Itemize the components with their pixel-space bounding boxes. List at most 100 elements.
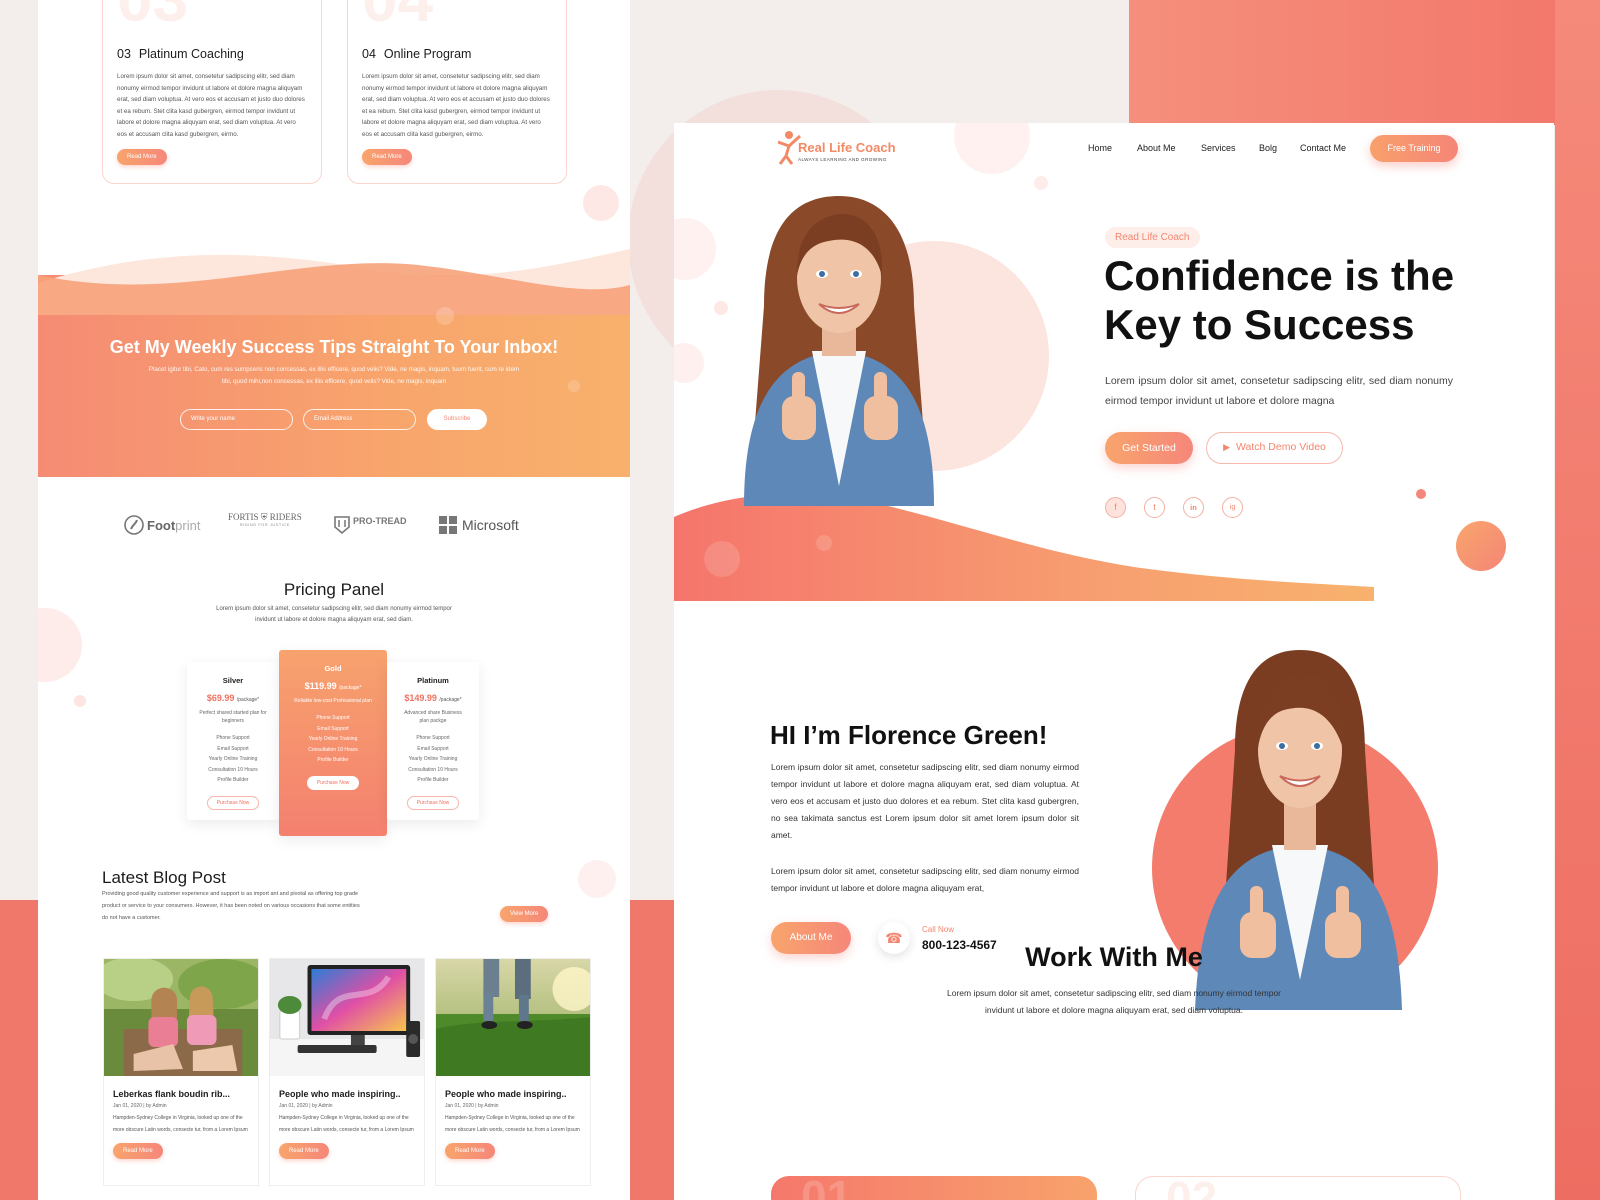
plan-feature: Yearly Online Training [208, 756, 258, 762]
logo-pro-tread: PRO-TREAD [333, 512, 407, 538]
logo-footprint: Foot print [124, 512, 200, 538]
subscribe-button[interactable]: Subscribe [427, 409, 487, 430]
plan-price: $119.99 /package* [279, 681, 387, 691]
brand-name[interactable]: Real Life Coach [798, 140, 896, 155]
email-input[interactable]: Email Address [303, 409, 416, 430]
plan-price-value: $69.99 [206, 693, 235, 703]
logo-fortis-text: FORTIS [228, 512, 259, 522]
program-number: 03 [117, 47, 131, 61]
plan-feature: Email Support [217, 745, 249, 752]
nav-services[interactable]: Services [1201, 143, 1236, 153]
read-more-button[interactable]: Read More [445, 1143, 495, 1159]
footprint-logo-icon [124, 515, 144, 535]
hero-description: Lorem ipsum dolor sit amet, consetetur s… [1105, 375, 1453, 407]
name-input[interactable]: Write your name [180, 409, 293, 430]
purchase-button[interactable]: Purchase Now [306, 775, 360, 790]
plan-price: $149.99 /package* [387, 693, 479, 703]
plan-feature: Phone Support [416, 735, 450, 741]
nav-contact[interactable]: Contact Me [1300, 143, 1346, 153]
nav-about[interactable]: About Me [1137, 143, 1176, 153]
background-coral-strip [0, 900, 40, 1200]
plan-feature: Phone Support [216, 735, 250, 741]
decor-circle [38, 608, 82, 682]
background-coral-strip [1555, 0, 1600, 1200]
background-coral-block [1129, 0, 1600, 125]
plan-feature: Profile Builder [217, 777, 249, 783]
purchase-button[interactable]: Purchase Now [406, 795, 460, 810]
linkedin-icon[interactable]: in [1183, 497, 1204, 518]
plan-feature: Consultation 10 Hours [408, 766, 458, 773]
facebook-icon[interactable]: f [1105, 497, 1126, 518]
plan-feature: Yearly Online Training [408, 756, 458, 762]
blog-title: Latest Blog Post [102, 868, 226, 887]
blog-card[interactable]: Leberkas flank boudin rib... Jan 01, 202… [94, 957, 267, 1186]
plan-feature: Phone Support [316, 715, 350, 721]
logo-microsoft: Microsoft [439, 512, 519, 538]
plan-feature: Consultation 10 Hours [208, 766, 258, 773]
plan-name: Platinum [417, 676, 449, 685]
program-description: Lorem ipsum dolor sit amet, consetetur s… [117, 73, 305, 138]
read-more-button[interactable]: Read More [279, 1143, 329, 1159]
plan-features: Phone Support Email Support Yearly Onlin… [187, 733, 279, 786]
program-description: Lorem ipsum dolor sit amet, consetetur s… [362, 73, 550, 138]
plan-feature: Yearly Online Training [308, 736, 358, 742]
instagram-icon[interactable]: ig [1222, 497, 1243, 518]
plan-price-unit: /package* [236, 697, 260, 703]
free-training-button[interactable]: Free Training [1370, 135, 1458, 162]
plan-price-unit: /package* [439, 697, 462, 703]
work-subtitle: Lorem ipsum dolor sit amet, consetetur s… [946, 988, 1281, 1015]
purchase-button[interactable]: Purchase Now [206, 795, 260, 810]
about-paragraph: Lorem ipsum dolor sit amet, consetetur s… [771, 762, 1079, 840]
hero-pill: Read Life Coach [1105, 227, 1200, 248]
pro-tread-shield-icon [334, 516, 350, 535]
blog-post-excerpt: Hampden-Sydney College in Virginia, look… [445, 1115, 580, 1133]
plan-description: Reliable low-cost Professional plan [294, 698, 372, 704]
decor-circle [1456, 521, 1506, 571]
about-paragraph: Lorem ipsum dolor sit amet, consetetur s… [771, 866, 1079, 893]
blog-post-title: Leberkas flank boudin rib... [113, 1089, 231, 1099]
blog-subtitle: Providing good quality customer experien… [102, 891, 360, 921]
decor-circle [583, 185, 619, 221]
hero-title-line: Confidence is the [1104, 252, 1455, 299]
nav-blog[interactable]: Bolg [1259, 143, 1277, 153]
logo-fortis-riders: FORTIS ⛨ RIDERS RIDING FOR JUSTICE [228, 512, 302, 538]
twitter-icon[interactable]: t [1144, 497, 1165, 518]
get-started-button[interactable]: Get Started [1105, 432, 1193, 464]
decor-circle [436, 307, 454, 325]
logo-footprint-text: Foot [147, 517, 176, 533]
read-more-button[interactable]: Read More [362, 149, 412, 165]
watch-demo-button[interactable]: ▶ Watch Demo Video [1206, 432, 1343, 464]
read-more-button[interactable]: Read More [113, 1143, 163, 1159]
blog-post-meta: Jan 01, 2020 | by Admin [445, 1103, 499, 1109]
decor-circle [578, 860, 616, 898]
plan-feature: Email Support [417, 745, 449, 752]
logo-footprint-text-light: print [175, 517, 201, 533]
pricing-title: Pricing Panel [283, 580, 385, 599]
decor-circle [954, 123, 1030, 174]
brand-tagline: ALWAYS LEARNING AND GROWING [798, 157, 887, 162]
plan-name: Silver [222, 676, 244, 685]
blog-card[interactable]: People who made inspiring.. Jan 01, 2020… [435, 958, 596, 1186]
decor-circle [568, 380, 580, 392]
work-card-number: 01 [801, 1176, 852, 1200]
decor-circle [674, 343, 704, 383]
blog-card[interactable]: People who made inspiring.. Jan 01, 2020… [269, 958, 425, 1186]
plan-price: $69.99 /package* [187, 693, 279, 703]
plan-price-unit: /package* [339, 685, 362, 691]
work-card-1: 01 [771, 1176, 1097, 1200]
nav-home[interactable]: Home [1088, 143, 1112, 153]
plan-feature: Profile Builder [417, 777, 449, 783]
play-icon: ▶ [1223, 442, 1231, 452]
pricing-plan-gold: Gold $119.99 /package* Reliable low-cost… [279, 650, 387, 836]
work-title: Work With Me [1025, 942, 1203, 972]
blog-post-excerpt: Hampden-Sydney College in Virginia, look… [279, 1115, 414, 1133]
read-more-button[interactable]: Read More [117, 149, 167, 165]
background-coral-strip [628, 900, 674, 1200]
watch-demo-label: Watch Demo Video [1236, 441, 1326, 453]
program-number-watermark: 04 [362, 0, 433, 31]
hero-coach-photo [744, 196, 934, 506]
blog-image-friends [94, 957, 267, 1076]
plan-feature: Profile Builder [317, 757, 349, 763]
view-more-button[interactable]: View More [500, 906, 549, 922]
decor-circle [1034, 176, 1048, 190]
